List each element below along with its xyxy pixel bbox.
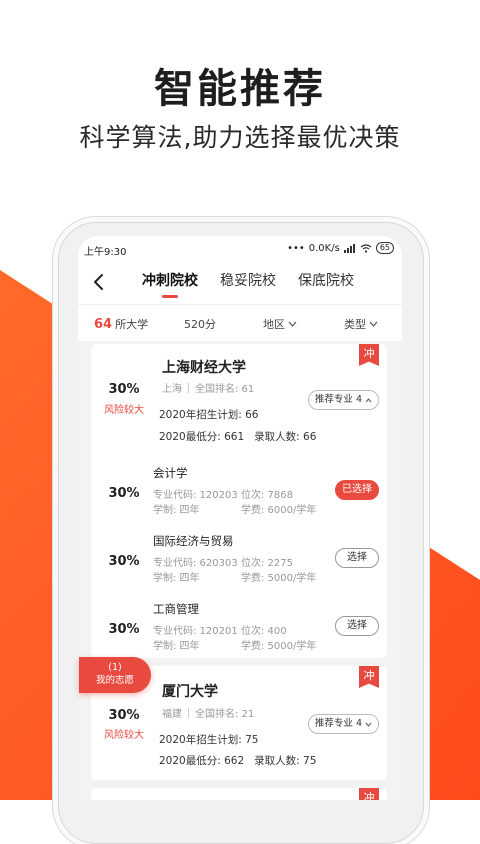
university-count-suffix: 所大学 [115, 318, 149, 331]
university-meta: 上海 全国排名: 61 [162, 380, 254, 395]
my-wishlist-button[interactable]: (1) 我的志愿 [79, 657, 151, 693]
university-card[interactable]: 冲 30% 风险较大 上海财经大学 上海 全国排名: 61 推荐专业 4 2020… [91, 344, 387, 658]
back-arrow-icon[interactable] [88, 270, 110, 294]
university-name: 厦门大学 [162, 684, 218, 700]
enrollment-plan: 2020年招生计划: 66 [159, 409, 259, 421]
divider [188, 383, 189, 393]
major-code: 专业代码: 620303 [153, 558, 238, 569]
nav-bar: 冲刺院校 稳妥院校 保底院校 [78, 262, 402, 304]
select-button[interactable]: 选择 [335, 616, 379, 636]
major-code: 专业代码: 120203 [153, 490, 238, 501]
major-code: 专业代码: 120201 [153, 626, 238, 637]
major-duration: 学制: 四年 [153, 505, 200, 516]
university-ranking: 全国排名: 61 [195, 384, 255, 395]
admission-probability: 30% [108, 382, 140, 397]
wifi-icon [360, 243, 372, 253]
major-name: 会计学 [153, 466, 188, 480]
major-fee: 学费: 6000/学年 [241, 505, 317, 516]
sprint-tag: 冲 [359, 788, 379, 800]
score-filter-label: 520分 [184, 318, 216, 331]
region-filter[interactable]: 地区 [263, 316, 297, 332]
university-name: 上海财经大学 [162, 360, 246, 376]
filter-bar: 64 所大学 520分 地区 类型 [78, 304, 402, 341]
sprint-tag: 冲 [359, 666, 379, 688]
university-location: 福建 [162, 709, 182, 720]
type-filter[interactable]: 类型 [344, 316, 378, 332]
tab-backup[interactable]: 保底院校 [298, 270, 354, 296]
major-probability: 30% [108, 486, 140, 501]
university-count: 64 所大学 [94, 316, 148, 332]
major-duration: 学制: 四年 [153, 573, 200, 584]
score-filter[interactable]: 520分 [184, 316, 216, 332]
minimum-score: 2020最低分: 662 [159, 755, 245, 767]
sprint-tag: 冲 [359, 344, 379, 366]
admitted-count: 录取人数: 75 [254, 755, 317, 767]
wishlist-label: 我的志愿 [95, 675, 134, 686]
major-rank: 位次: 400 [241, 626, 287, 637]
major-name: 国际经济与贸易 [153, 534, 234, 548]
major-probability: 30% [108, 622, 140, 637]
university-location: 上海 [162, 384, 182, 395]
recommend-majors-button[interactable]: 推荐专业 4 [307, 714, 379, 734]
risk-label: 风险较大 [104, 405, 144, 416]
divider [188, 708, 189, 718]
signal-dots-icon: ••• [287, 242, 305, 254]
tab-bar: 冲刺院校 稳妥院校 保底院校 [142, 270, 354, 298]
tab-safe[interactable]: 稳妥院校 [220, 270, 276, 296]
major-duration: 学制: 四年 [153, 641, 200, 652]
signal-bars-icon [343, 243, 355, 253]
major-name: 工商管理 [153, 602, 199, 616]
minimum-score: 2020最低分: 661 [159, 431, 245, 443]
recommend-majors-label: 推荐专业 4 [314, 718, 362, 729]
selected-button[interactable]: 已选择 [335, 480, 379, 500]
chevron-down-icon [288, 321, 297, 327]
tab-sprint[interactable]: 冲刺院校 [142, 270, 198, 298]
recommend-majors-label: 推荐专业 4 [314, 394, 362, 405]
select-button[interactable]: 选择 [335, 548, 379, 568]
region-filter-label: 地区 [263, 318, 285, 331]
wishlist-count: (1) [108, 662, 122, 673]
promo-title: 智能推荐 [154, 66, 326, 112]
admission-probability: 30% [108, 708, 140, 723]
type-filter-label: 类型 [344, 318, 366, 331]
university-card[interactable]: 冲 [91, 788, 387, 800]
app-screen: 上午9:30 ••• 0.0K/s 65 冲刺院校 稳妥院校 保底院校 64 所… [78, 236, 402, 800]
admitted-count: 录取人数: 66 [254, 431, 317, 443]
minimum-score-line: 2020最低分: 661 录取人数: 66 [159, 429, 316, 444]
enrollment-plan: 2020年招生计划: 75 [159, 734, 259, 746]
network-speed: 0.0K/s [308, 242, 340, 254]
chevron-down-icon [365, 722, 372, 727]
chevron-down-icon [369, 321, 378, 327]
university-ranking: 全国排名: 21 [195, 709, 255, 720]
risk-label: 风险较大 [104, 730, 144, 741]
recommend-majors-button[interactable]: 推荐专业 4 [307, 390, 379, 410]
university-count-number: 64 [94, 316, 113, 332]
battery-icon: 65 [375, 242, 394, 254]
major-fee: 学费: 5000/学年 [241, 573, 317, 584]
chevron-up-icon [365, 397, 372, 402]
major-rank: 位次: 2275 [241, 558, 293, 569]
major-probability: 30% [108, 554, 140, 569]
status-bar: 上午9:30 ••• 0.0K/s 65 [78, 236, 402, 262]
major-rank: 位次: 7868 [241, 490, 293, 501]
minimum-score-line: 2020最低分: 662 录取人数: 75 [159, 753, 316, 768]
status-icons: ••• 0.0K/s 65 [287, 242, 394, 254]
status-time: 上午9:30 [84, 247, 127, 258]
university-meta: 福建 全国排名: 21 [162, 705, 254, 720]
major-fee: 学费: 5000/学年 [241, 641, 317, 652]
promo-subtitle: 科学算法,助力选择最优决策 [79, 123, 401, 152]
